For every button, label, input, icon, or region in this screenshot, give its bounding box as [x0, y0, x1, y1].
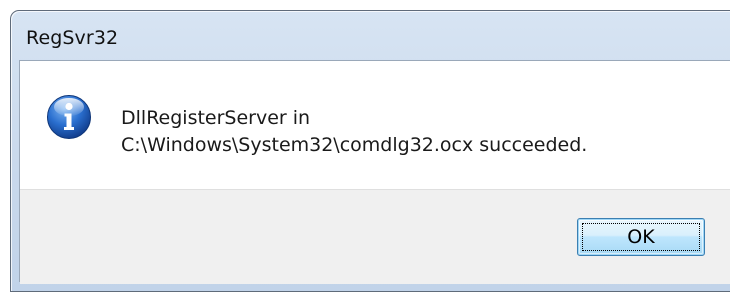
- dialog-content: DllRegisterServer in C:\Windows\System32…: [20, 61, 730, 189]
- dialog-message: DllRegisterServer in C:\Windows\System32…: [121, 105, 587, 159]
- info-icon: [47, 95, 91, 139]
- message-line-1: DllRegisterServer in: [121, 107, 311, 129]
- ok-button-label: OK: [627, 226, 655, 248]
- dialog-button-bar: OK: [20, 189, 730, 284]
- dialog-client-area: DllRegisterServer in C:\Windows\System32…: [19, 60, 730, 284]
- window-title: RegSvr32: [26, 27, 119, 49]
- ok-button[interactable]: OK: [577, 218, 705, 256]
- message-line-2: C:\Windows\System32\comdlg32.ocx succeed…: [121, 134, 588, 156]
